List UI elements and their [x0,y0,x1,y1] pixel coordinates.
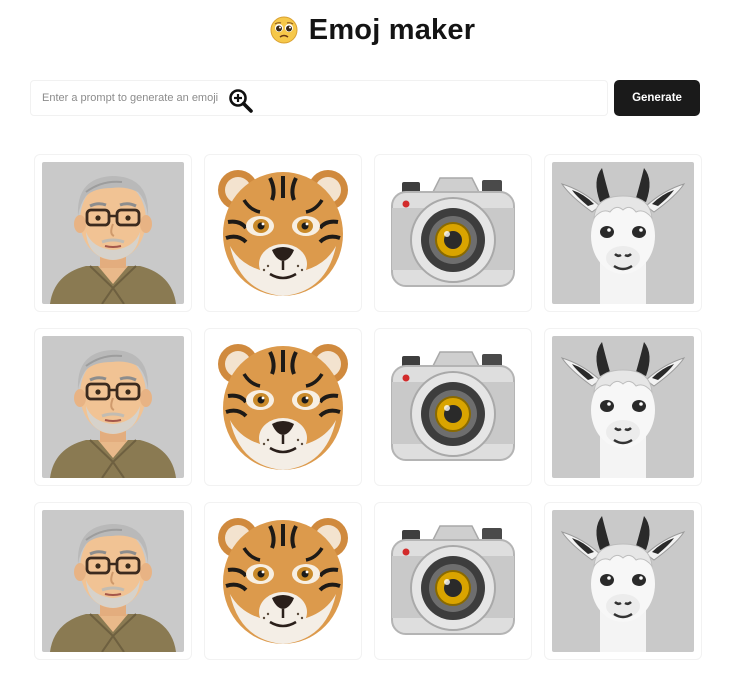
camera-emoji-icon [391,351,515,461]
tiger-emoji-icon [218,170,348,296]
emoji-result-tile[interactable] [204,328,362,486]
emoji-result-tile[interactable] [544,328,702,486]
emoji-result-tile[interactable] [34,502,192,660]
emoji-grid [34,154,702,662]
emoji-result-tile[interactable] [374,502,532,660]
llama-emoji-icon [552,162,694,304]
llama-emoji-icon [552,510,694,652]
man-with-glasses-emoji-icon [42,336,184,478]
emoji-result-tile[interactable] [204,154,362,312]
emoji-result-tile[interactable] [374,328,532,486]
camera-emoji-icon [391,525,515,635]
tiger-emoji-icon [218,518,348,644]
camera-emoji-icon [391,177,515,287]
emoji-result-tile[interactable] [374,154,532,312]
emoji-maker-page: Emoj maker Generate [0,0,744,690]
emoji-result-tile[interactable] [544,154,702,312]
emoji-result-tile[interactable] [34,154,192,312]
man-with-glasses-emoji-icon [42,510,184,652]
header: Emoj maker [0,8,744,52]
pleading-face-icon [269,15,299,45]
prompt-input[interactable] [30,80,608,116]
page-title: Emoj maker [308,13,476,46]
man-with-glasses-emoji-icon [42,162,184,304]
emoji-result-tile[interactable] [204,502,362,660]
emoji-result-tile[interactable] [34,328,192,486]
tiger-emoji-icon [218,344,348,470]
llama-emoji-icon [552,336,694,478]
generate-button[interactable]: Generate [614,80,700,116]
prompt-bar: Generate [30,80,700,116]
emoji-result-tile[interactable] [544,502,702,660]
